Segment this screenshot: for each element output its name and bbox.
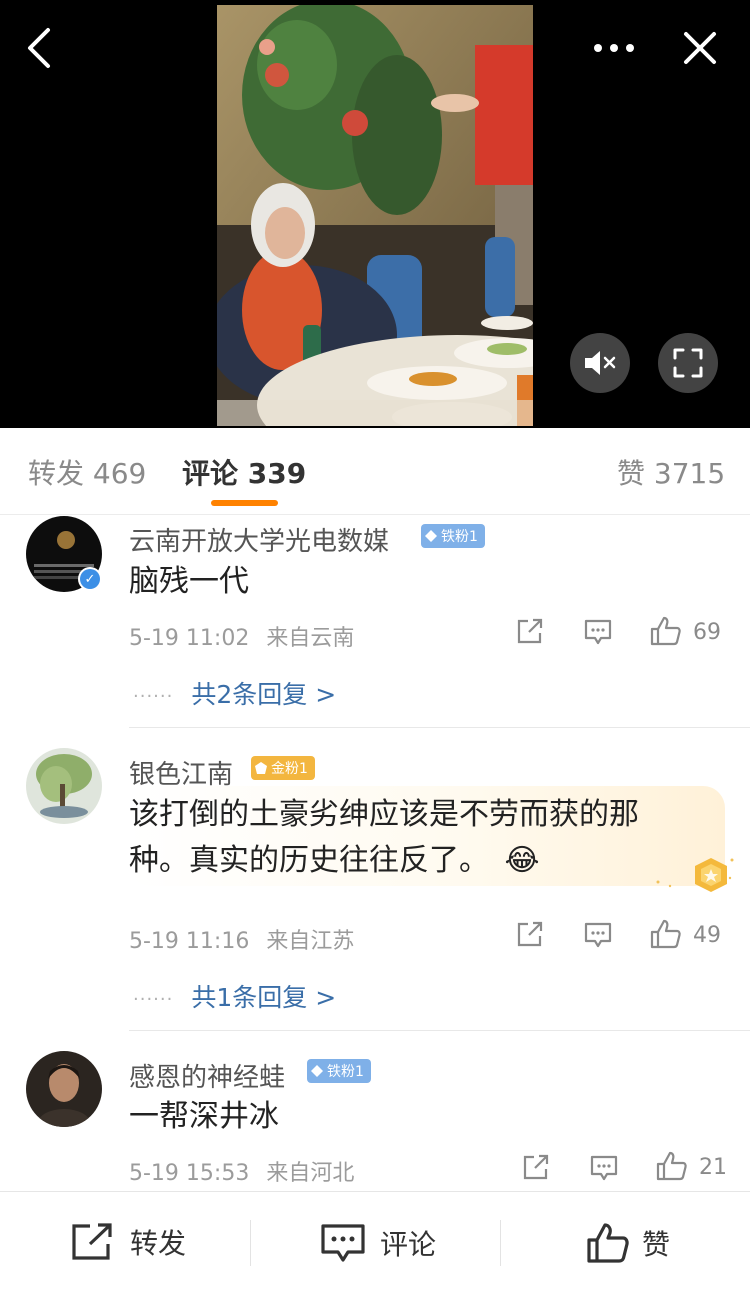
comment-location: 来自江苏 [266, 929, 355, 954]
comment-text-body: 该打倒的土豪劣绅应该是不劳而获的那种。真实的历史往往反了。 [129, 797, 639, 878]
replies-label: 共2条回复 > [191, 680, 337, 709]
avatar[interactable] [26, 1051, 102, 1127]
comment-text[interactable]: 脑残一代 [129, 559, 689, 605]
comment-meta: 5-19 15:53 来自河北 [129, 1155, 354, 1187]
tab-comments[interactable]: 评论 339 [182, 452, 306, 492]
like-count: 49 [693, 923, 721, 948]
ellipsis-icon: ······ [133, 685, 174, 707]
fan-badge[interactable]: 铁粉1 [307, 1059, 371, 1083]
close-icon [684, 32, 716, 64]
tab-reposts[interactable]: 转发 469 [28, 452, 146, 492]
back-icon [28, 28, 50, 68]
comment-text[interactable]: 一帮深井冰 [129, 1094, 689, 1140]
replies-label: 共1条回复 > [191, 983, 337, 1012]
like-count: 69 [693, 620, 721, 645]
comment-divider [129, 1030, 750, 1031]
fan-badge[interactable]: 金粉1 [251, 756, 315, 780]
like-icon[interactable] [656, 1151, 688, 1181]
comment-icon [321, 1224, 365, 1262]
fan-badge-label: 铁粉1 [327, 1064, 364, 1080]
like-count: 21 [699, 1155, 727, 1180]
share-icon [72, 1223, 112, 1260]
mute-button[interactable] [570, 333, 630, 393]
comment-time: 5-19 11:02 [129, 626, 250, 651]
verified-icon: ✓ [78, 567, 102, 591]
mute-icon [585, 351, 616, 375]
like-label: 赞 [642, 1228, 671, 1261]
comment-icon[interactable] [590, 1154, 618, 1182]
video-still-image [217, 5, 533, 426]
fan-badge-label: 金粉1 [271, 761, 308, 777]
comment-meta: 5-19 11:02 来自云南 [129, 620, 354, 652]
comment-time: 5-19 15:53 [129, 1161, 250, 1186]
repost-label: 转发 [130, 1227, 187, 1260]
share-icon[interactable] [516, 920, 544, 948]
close-button[interactable] [680, 22, 720, 74]
fullscreen-icon [673, 348, 703, 378]
back-button[interactable] [18, 22, 58, 74]
diamond-icon [311, 1065, 323, 1077]
comment-text[interactable]: 该打倒的土豪劣绅应该是不劳而获的那种。真实的历史往往反了。 😂 [129, 792, 689, 884]
like-icon[interactable] [650, 919, 682, 949]
view-replies-link[interactable]: ······ 共1条回复 > [133, 978, 336, 1014]
interaction-tabs: 转发 469 评论 339 赞 3715 [0, 428, 750, 515]
comment-username[interactable]: 云南开放大学光电数媒 [129, 521, 389, 558]
diamond-icon [425, 530, 437, 542]
like-icon[interactable] [650, 616, 682, 646]
comment-username[interactable]: 银色江南 [129, 754, 233, 791]
gold-fan-medal-icon [656, 858, 734, 892]
bottom-action-bar: 转发 评论 赞 [0, 1191, 750, 1300]
comment-location: 来自云南 [266, 626, 355, 651]
comment-meta: 5-19 11:16 来自江苏 [129, 923, 354, 955]
fan-badge[interactable]: 铁粉1 [421, 524, 485, 548]
laughing-emoji: 😂 [504, 843, 540, 878]
comment-icon[interactable] [584, 618, 612, 646]
video-player[interactable] [0, 0, 750, 428]
like-button[interactable]: 赞 [586, 1222, 670, 1264]
ellipsis-icon: ······ [133, 988, 174, 1010]
view-replies-link[interactable]: ······ 共2条回复 > [133, 675, 336, 711]
comment-divider [129, 727, 750, 728]
diamond-icon [255, 762, 267, 774]
bar-separator [500, 1220, 501, 1266]
avatar[interactable] [26, 748, 102, 824]
tab-likes[interactable]: 赞 3715 [617, 452, 725, 492]
share-icon[interactable] [516, 617, 544, 645]
comment-icon[interactable] [584, 921, 612, 949]
more-button[interactable] [588, 22, 640, 74]
fullscreen-button[interactable] [658, 333, 718, 393]
repost-button[interactable]: 转发 [70, 1222, 186, 1262]
bar-separator [250, 1220, 251, 1266]
comment-button[interactable]: 评论 [320, 1222, 436, 1264]
video-frame[interactable] [217, 5, 533, 426]
comment-username[interactable]: 感恩的神经蛙 [129, 1057, 285, 1094]
like-icon [587, 1223, 629, 1263]
active-tab-indicator [211, 500, 278, 506]
fan-badge-label: 铁粉1 [441, 529, 478, 545]
comment-label: 评论 [380, 1228, 437, 1261]
comment-time: 5-19 11:16 [129, 929, 250, 954]
more-icon [594, 44, 634, 52]
share-icon[interactable] [522, 1153, 550, 1181]
comment-location: 来自河北 [266, 1161, 355, 1186]
